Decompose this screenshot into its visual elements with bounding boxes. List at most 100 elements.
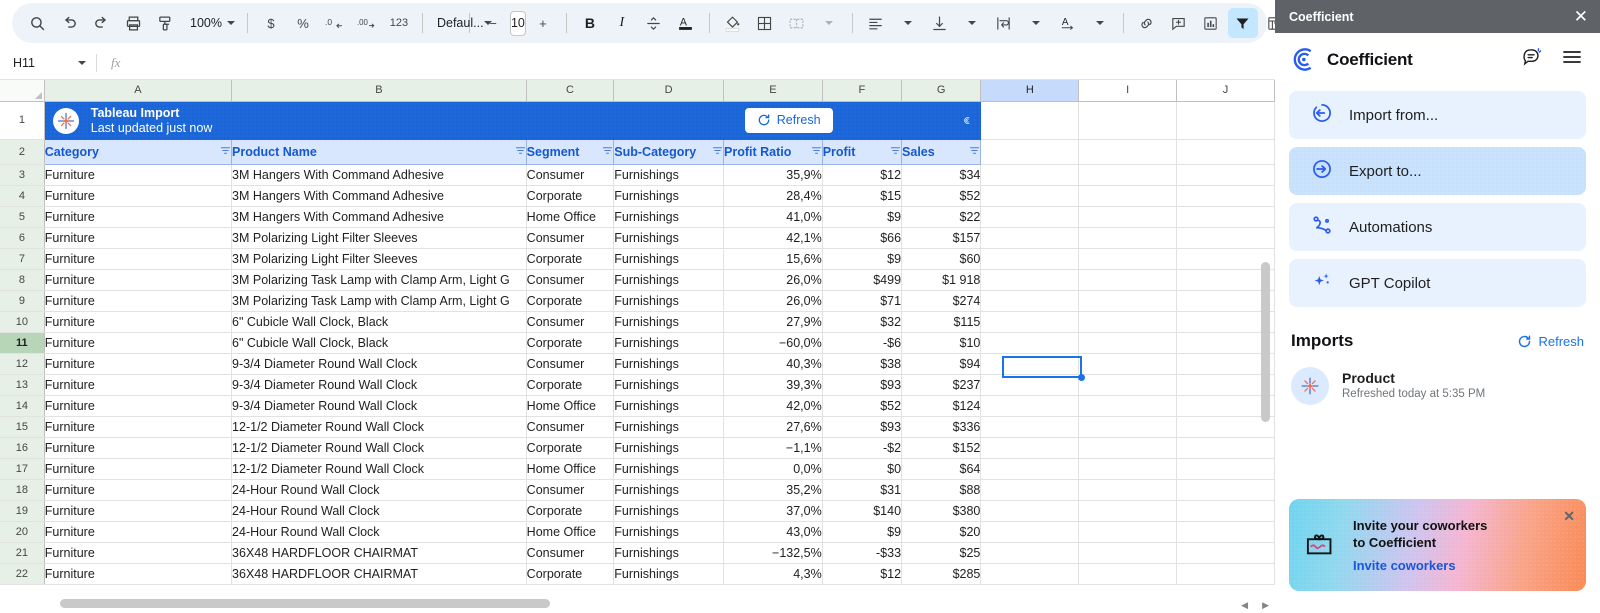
cell-J20[interactable] (1176, 521, 1275, 543)
cell-C16[interactable]: Corporate (526, 437, 615, 459)
cell-G9[interactable]: $274 (901, 290, 982, 312)
cell-G22[interactable]: $285 (901, 563, 982, 585)
merge-dropdown-icon[interactable] (814, 8, 844, 38)
row-header-20[interactable]: 20 (0, 521, 45, 543)
cell-J12[interactable] (1176, 353, 1275, 375)
menu-item-automations[interactable]: Automations (1289, 203, 1586, 251)
select-all-corner[interactable] (0, 80, 45, 102)
cell-J4[interactable] (1176, 185, 1275, 207)
cell-J6[interactable] (1176, 227, 1275, 249)
cell-J9[interactable] (1176, 290, 1275, 312)
cell-B8[interactable]: 3M Polarizing Task Lamp with Clamp Arm, … (231, 269, 527, 291)
cell-H22[interactable] (980, 563, 1080, 585)
cell-B17[interactable]: 12-1/2 Diameter Round Wall Clock (231, 458, 527, 480)
cell-J18[interactable] (1176, 479, 1275, 501)
name-box[interactable]: H11 (0, 46, 96, 79)
cell-G18[interactable]: $88 (901, 479, 982, 501)
cell-I5[interactable] (1078, 206, 1178, 228)
cell-I13[interactable] (1078, 374, 1178, 396)
decrease-decimal-icon[interactable]: .0 (320, 8, 350, 38)
fill-color-icon[interactable] (718, 8, 748, 38)
cell-G4[interactable]: $52 (901, 185, 982, 207)
cell-J16[interactable] (1176, 437, 1275, 459)
cell-G8[interactable]: $1 918 (901, 269, 982, 291)
cell-E14[interactable]: 42,0% (723, 395, 823, 417)
borders-icon[interactable] (750, 8, 780, 38)
text-rotation-icon[interactable]: A (1053, 8, 1083, 38)
cell-A16[interactable]: Furniture (44, 437, 233, 459)
cell-F17[interactable]: $0 (822, 458, 903, 480)
cell-J5[interactable] (1176, 206, 1275, 228)
cell-A4[interactable]: Furniture (44, 185, 233, 207)
cell-B6[interactable]: 3M Polarizing Light Filter Sleeves (231, 227, 527, 249)
cell-J22[interactable] (1176, 563, 1275, 585)
cell-H14[interactable] (980, 395, 1080, 417)
horizontal-align-icon[interactable] (861, 8, 891, 38)
paint-format-icon[interactable] (150, 8, 180, 38)
percent-format-button[interactable]: % (288, 8, 318, 38)
cell-H2[interactable] (980, 139, 1080, 165)
cell-J21[interactable] (1176, 542, 1275, 564)
undo-icon[interactable] (54, 8, 84, 38)
selection-fill-handle[interactable] (1078, 374, 1085, 381)
cell-A15[interactable]: Furniture (44, 416, 233, 438)
filter-icon[interactable] (220, 145, 231, 159)
cell-D5[interactable]: Furnishings (613, 206, 725, 228)
cell-E11[interactable]: −60,0% (723, 332, 823, 354)
cell-I6[interactable] (1078, 227, 1178, 249)
cell-G11[interactable]: $10 (901, 332, 982, 354)
cell-J7[interactable] (1176, 248, 1275, 270)
cell-G16[interactable]: $152 (901, 437, 982, 459)
banner-refresh-button[interactable]: Refresh (744, 107, 833, 133)
cell-E15[interactable]: 27,6% (723, 416, 823, 438)
cell-D17[interactable]: Furnishings (613, 458, 725, 480)
cell-A17[interactable]: Furniture (44, 458, 233, 480)
cell-G12[interactable]: $94 (901, 353, 982, 375)
row-header-2[interactable]: 2 (0, 139, 45, 165)
cell-I17[interactable] (1078, 458, 1178, 480)
cell-D22[interactable]: Furnishings (613, 563, 725, 585)
cell-C3[interactable]: Consumer (526, 164, 615, 186)
cell-C22[interactable]: Corporate (526, 563, 615, 585)
invite-coworkers-link[interactable]: Invite coworkers (1353, 558, 1487, 573)
cell-A8[interactable]: Furniture (44, 269, 233, 291)
bold-button[interactable]: B (575, 8, 605, 38)
cell-H3[interactable] (980, 164, 1080, 186)
print-icon[interactable] (118, 8, 148, 38)
cell-C14[interactable]: Home Office (526, 395, 615, 417)
cell-I2[interactable] (1078, 139, 1178, 165)
cell-D19[interactable]: Furnishings (613, 500, 725, 522)
cell-G7[interactable]: $60 (901, 248, 982, 270)
cell-I22[interactable] (1078, 563, 1178, 585)
filter-icon[interactable] (602, 145, 613, 159)
row-header-13[interactable]: 13 (0, 374, 45, 396)
valign-dropdown-icon[interactable] (957, 8, 987, 38)
cell-C6[interactable]: Consumer (526, 227, 615, 249)
chat-support-icon[interactable] (1521, 46, 1543, 73)
cell-J10[interactable] (1176, 311, 1275, 333)
cell-F7[interactable]: $9 (822, 248, 903, 270)
cell-H5[interactable] (980, 206, 1080, 228)
col-header-product-name[interactable]: Product Name (231, 139, 527, 165)
cell-I4[interactable] (1078, 185, 1178, 207)
filter-icon[interactable] (515, 145, 526, 159)
italic-button[interactable]: I (607, 8, 637, 38)
cell-A11[interactable]: Furniture (44, 332, 233, 354)
cell-A19[interactable]: Furniture (44, 500, 233, 522)
cell-E4[interactable]: 28,4% (723, 185, 823, 207)
vertical-scroll-thumb[interactable] (1261, 262, 1270, 422)
cell-F21[interactable]: -$33 (822, 542, 903, 564)
cell-J15[interactable] (1176, 416, 1275, 438)
cell-H8[interactable] (980, 269, 1080, 291)
row-header-5[interactable]: 5 (0, 206, 45, 228)
increase-font-size-button[interactable]: + (528, 8, 558, 38)
cell-A18[interactable]: Furniture (44, 479, 233, 501)
row-header-15[interactable]: 15 (0, 416, 45, 438)
cell-B11[interactable]: 6" Cubicle Wall Clock, Black (231, 332, 527, 354)
cell-E19[interactable]: 37,0% (723, 500, 823, 522)
cell-I1[interactable] (1078, 101, 1178, 140)
row-header-7[interactable]: 7 (0, 248, 45, 270)
cell-E12[interactable]: 40,3% (723, 353, 823, 375)
cell-C10[interactable]: Consumer (526, 311, 615, 333)
cell-G6[interactable]: $157 (901, 227, 982, 249)
